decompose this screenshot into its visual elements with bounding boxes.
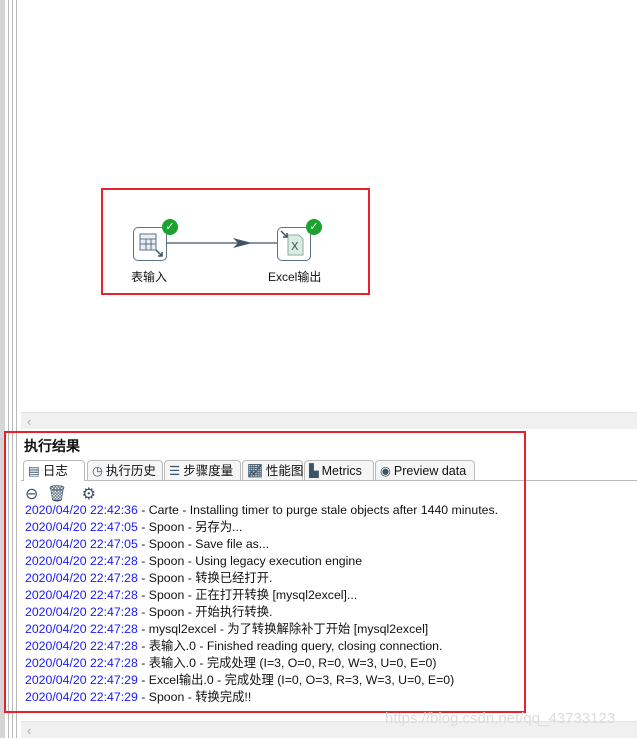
- step-label: Excel输出: [268, 270, 322, 284]
- step-table-input[interactable]: [133, 227, 167, 261]
- highlight-box: [4, 431, 526, 713]
- hop-arrow[interactable]: [167, 236, 279, 250]
- success-check-icon: ✓: [162, 219, 178, 235]
- step-excel-output[interactable]: X: [277, 227, 311, 261]
- scroll-left-arrow[interactable]: ‹: [27, 723, 31, 738]
- scroll-left-arrow[interactable]: ‹: [27, 414, 31, 429]
- watermark: https://blog.csdn.net/qq_43733123: [385, 710, 616, 727]
- success-check-icon: ✓: [306, 219, 322, 235]
- excel-output-icon: X: [280, 230, 304, 256]
- step-label: 表输入: [131, 270, 168, 284]
- canvas-horizontal-scrollbar[interactable]: ‹: [21, 412, 637, 429]
- svg-text:X: X: [291, 240, 299, 253]
- table-input-icon: [139, 233, 163, 257]
